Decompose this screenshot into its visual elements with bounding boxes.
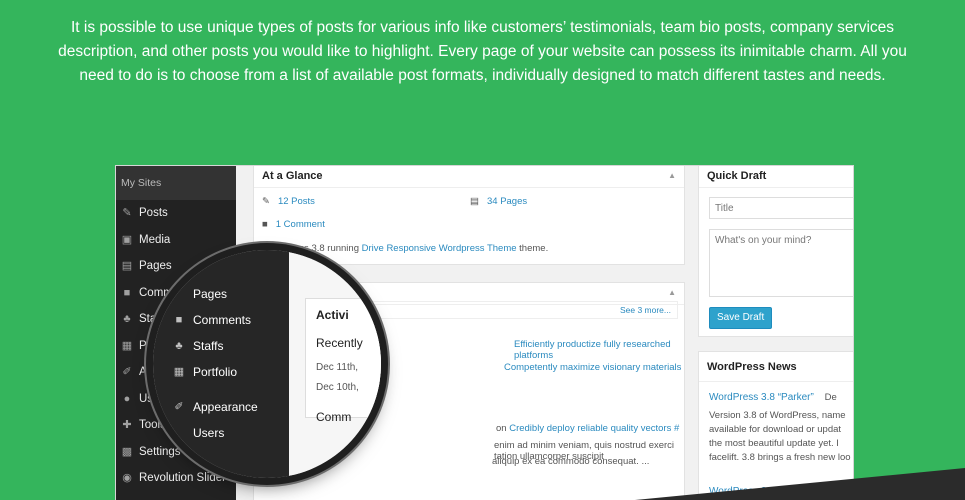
comments-icon: ■ <box>175 314 183 326</box>
running-text-end: theme. <box>519 243 549 254</box>
pin-icon: ✎ <box>262 196 270 207</box>
magnified-date: Dec 11th, <box>316 362 359 373</box>
news-date: De <box>824 392 837 403</box>
magnified-label: Appearance <box>193 400 258 414</box>
magnified-comments: Comm <box>316 410 352 424</box>
see-more-link[interactable]: See 3 more... <box>620 305 671 315</box>
activity-post-link[interactable]: Efficiently productize fully researched … <box>514 339 684 361</box>
magnified-label: Portfolio <box>193 365 238 379</box>
magnified-item-users: Users <box>173 426 224 440</box>
magnified-activity-title: Activi <box>316 308 349 322</box>
staffs-icon: ♣ <box>175 340 183 352</box>
magnified-item-portfolio: ▦ Portfolio <box>173 365 237 379</box>
appearance-icon: ✐ <box>174 401 184 413</box>
pages-icon: ▤ <box>470 196 479 207</box>
news-excerpt-line: the most beautiful update yet. I <box>709 438 839 449</box>
news-excerpt-line: Version 3.8 of WordPress, name <box>709 410 846 421</box>
sidebar-item-label: Posts <box>139 207 168 219</box>
intro-text: It is possible to use unique types of po… <box>58 19 907 84</box>
magnified-item-pages: Pages <box>173 287 227 301</box>
media-icon: ▣ <box>121 233 133 246</box>
sidebar-item-label: Po <box>139 339 154 352</box>
magnified-date: Dec 10th, <box>316 382 359 393</box>
magnified-label: Users <box>193 426 225 440</box>
sidebar-item-posts[interactable]: ✎ Posts <box>116 200 236 227</box>
settings-icon: ▩ <box>121 445 133 458</box>
comment-excerpt-line: aliquip ex ea commodo consequat. ... <box>492 456 650 467</box>
decorative-corner <box>635 468 965 500</box>
portfolio-icon: ▦ <box>173 366 185 378</box>
collapse-arrow-icon[interactable]: ▲ <box>668 166 676 187</box>
news-excerpt-line: available for download or updat <box>709 424 842 435</box>
theme-link[interactable]: Drive Responsive Wordpress Theme <box>362 243 517 254</box>
draft-body-textarea[interactable]: What's on your mind? <box>709 229 853 297</box>
widget-title: WordPress News <box>707 361 797 373</box>
appearance-icon: ✐ <box>122 366 132 379</box>
magnified-item-staffs: ♣ Staffs <box>173 339 223 353</box>
news-excerpt-line: facelift. 3.8 brings a fresh new loo <box>709 452 851 463</box>
comments-icon: ■ <box>123 286 131 299</box>
quick-draft-widget: Quick Draft Title What's on your mind? S… <box>698 166 853 337</box>
pin-icon: ✎ <box>122 207 132 220</box>
staffs-icon: ♣ <box>123 313 131 326</box>
comment-icon: ■ <box>262 219 268 230</box>
comment-on-label: on <box>496 423 507 434</box>
magnified-item-appearance: ✐ Appearance <box>173 400 258 414</box>
widget-title: Quick Draft <box>707 170 767 182</box>
save-draft-button[interactable]: Save Draft <box>709 307 773 329</box>
tools-icon: ✚ <box>122 419 132 432</box>
draft-title-input[interactable]: Title <box>709 197 853 219</box>
magnified-recently: Recently <box>316 336 363 350</box>
magnified-sidebar <box>153 250 289 478</box>
news-headline-link[interactable]: WordPress 3.8 “Parker” <box>709 392 814 403</box>
comment-post-link[interactable]: Credibly deploy reliable quality vectors… <box>509 423 679 434</box>
slider-icon: ◉ <box>122 472 132 485</box>
magnified-label: Pages <box>193 287 228 301</box>
widget-title: At a Glance <box>262 170 323 182</box>
portfolio-icon: ▦ <box>121 339 133 352</box>
pages-icon: ▤ <box>121 260 133 273</box>
my-sites-link[interactable]: My Sites <box>116 166 236 200</box>
users-icon: ● <box>123 392 131 405</box>
posts-count-link[interactable]: 12 Posts <box>278 196 315 207</box>
pages-count-link[interactable]: 34 Pages <box>487 196 527 207</box>
sidebar-item-label: Ap <box>139 366 154 378</box>
magnified-item-comments: ■ Comments <box>173 313 251 327</box>
activity-post-link[interactable]: Competently maximize visionary materials <box>504 362 681 373</box>
magnifier-lens: Pages ■ Comments ♣ Staffs ▦ Portfolio ✐ Appe… <box>153 250 381 478</box>
magnified-label: Comments <box>193 313 252 327</box>
comments-count-link[interactable]: 1 Comment <box>276 219 325 230</box>
magnified-label: Staffs <box>193 339 224 353</box>
